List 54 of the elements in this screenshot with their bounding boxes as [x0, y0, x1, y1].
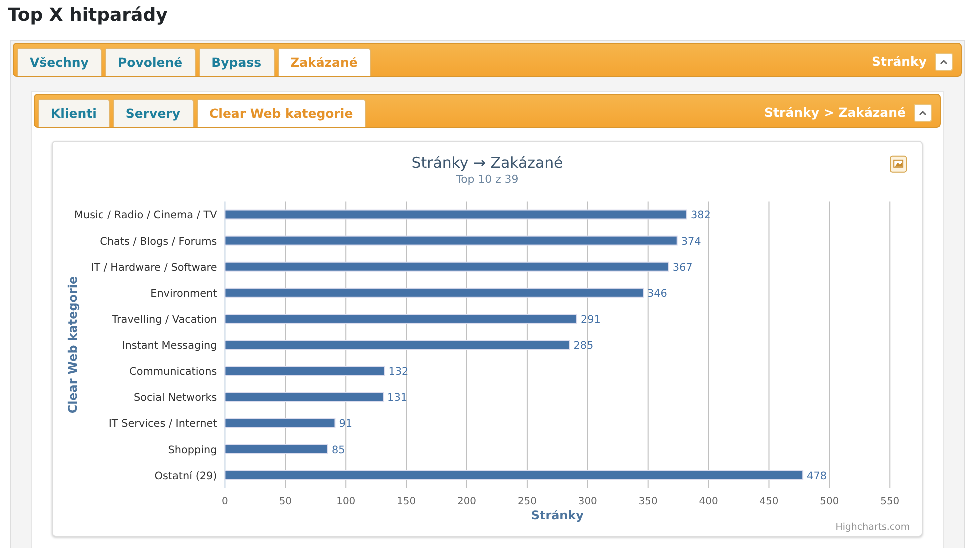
- chart-title: Stránky → Zakázané: [412, 154, 564, 172]
- axis-tick-label: 200: [458, 496, 476, 508]
- tab[interactable]: Klienti: [38, 99, 110, 127]
- category-label: IT Services / Internet: [108, 418, 218, 430]
- data-label: 85: [332, 444, 346, 456]
- axis-tick-label: 50: [279, 496, 292, 508]
- category-label: Instant Messaging: [122, 340, 218, 352]
- category-label: Environment: [150, 288, 218, 300]
- export-icon[interactable]: [890, 156, 908, 173]
- data-label: 91: [339, 418, 352, 430]
- axis-tick-label: 350: [638, 496, 658, 508]
- axis-tick-label: 400: [699, 496, 718, 508]
- axis-tick-label: 0: [222, 496, 228, 508]
- collapse-button[interactable]: [914, 104, 932, 122]
- tab[interactable]: Zakázané: [278, 48, 371, 76]
- data-label: 346: [648, 288, 668, 300]
- axis-tick-label: 150: [397, 496, 416, 508]
- axis-tick-label: 300: [578, 496, 598, 508]
- axis-tick-label: 500: [820, 496, 840, 508]
- credit-link[interactable]: Highcharts.com: [836, 522, 910, 534]
- data-label: 374: [681, 236, 702, 248]
- tab[interactable]: Bypass: [198, 48, 275, 76]
- tab[interactable]: Všechny: [17, 48, 102, 76]
- data-label: 291: [581, 314, 601, 326]
- axis-tick-label: 100: [336, 496, 356, 508]
- data-label: 367: [672, 262, 693, 274]
- tab[interactable]: Povolené: [104, 48, 196, 76]
- category-label: Ostatní (29): [154, 470, 218, 482]
- tab[interactable]: Servery: [112, 99, 194, 127]
- data-label: 285: [574, 340, 594, 352]
- axis-tick-label: 250: [518, 496, 537, 508]
- chart-subtitle: Top 10 z 39: [456, 172, 519, 186]
- category-label: IT / Hardware / Software: [91, 262, 218, 274]
- axis-tick-label: 550: [880, 496, 900, 508]
- category-label: Social Networks: [134, 392, 218, 404]
- category-label: Travelling / Vacation: [112, 314, 218, 326]
- header-label: Stránky > Zakázané: [764, 104, 906, 122]
- category-label: Communications: [130, 366, 218, 378]
- category-label: Shopping: [168, 444, 218, 456]
- caret-icon: [940, 59, 948, 65]
- axis-title: Clear Web kategorie: [66, 276, 80, 414]
- header-label: Stránky: [872, 52, 927, 71]
- axis-title: Stránky: [531, 508, 584, 522]
- category-label: Music / Radio / Cinema / TV: [74, 210, 218, 222]
- caret-icon: [919, 110, 927, 116]
- data-label: 478: [807, 470, 827, 482]
- category-label: Chats / Blogs / Forums: [100, 236, 218, 248]
- tab[interactable]: Clear Web kategorie: [196, 99, 366, 127]
- data-label: 382: [691, 210, 711, 222]
- collapse-button[interactable]: [935, 53, 953, 71]
- page-title: Top X hitparády: [8, 4, 169, 28]
- data-label: 132: [388, 366, 409, 378]
- axis-tick-label: 450: [760, 496, 779, 508]
- data-label: 131: [388, 392, 408, 404]
